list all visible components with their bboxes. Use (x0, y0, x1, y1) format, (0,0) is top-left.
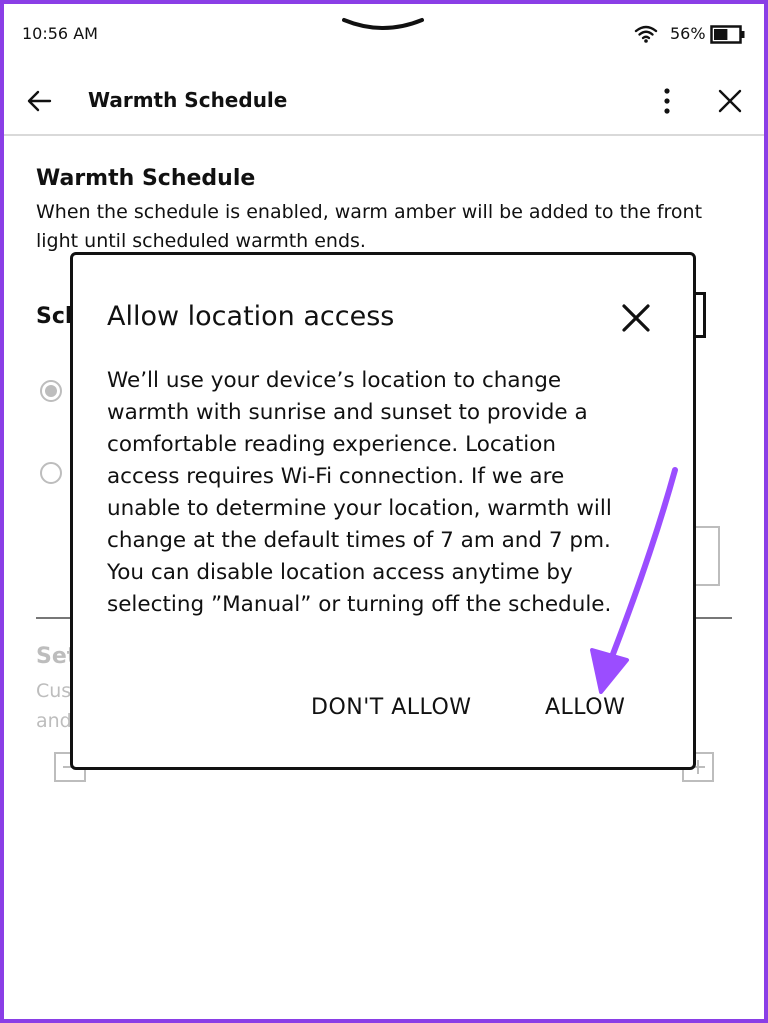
dont-allow-button[interactable]: DON'T ALLOW (311, 695, 472, 720)
dialog-body-line: access requires Wi-Fi connection. If we … (107, 464, 565, 489)
radio-automatic[interactable] (40, 380, 62, 402)
header-divider (4, 134, 764, 136)
status-time: 10:56 AM (22, 24, 98, 43)
dialog-body-line: We’ll use your device’s location to chan… (107, 368, 562, 393)
back-arrow-icon[interactable] (26, 88, 52, 118)
allow-button[interactable]: ALLOW (545, 695, 625, 720)
dialog-body: We’ll use your device’s location to chan… (107, 365, 673, 621)
close-icon[interactable] (717, 88, 743, 118)
dialog-body-line: You can disable location access anytime … (107, 560, 573, 585)
dialog-title: Allow location access (107, 301, 395, 332)
location-access-dialog: Allow location access We’ll use your dev… (70, 252, 696, 770)
dialog-body-line: unable to determine your location, warmt… (107, 496, 612, 521)
header-title: Warmth Schedule (88, 88, 288, 112)
more-options-icon[interactable] (660, 86, 674, 120)
dialog-close-icon[interactable] (621, 303, 651, 337)
radio-manual[interactable] (40, 462, 62, 484)
section-description: When the schedule is enabled, warm amber… (36, 201, 703, 252)
section-title: Warmth Schedule (36, 166, 256, 191)
battery-percent: 56% (670, 24, 706, 43)
wifi-icon (634, 24, 658, 48)
dialog-body-line: warmth with sunrise and sunset to provid… (107, 400, 588, 425)
battery-icon (710, 25, 746, 49)
dialog-body-line: change at the default times of 7 am and … (107, 528, 611, 553)
dialog-body-line: comfortable reading experience. Location (107, 432, 557, 457)
pull-down-handle-icon[interactable] (342, 14, 424, 38)
dialog-body-line: selecting ”Manual” or turning off the sc… (107, 592, 612, 617)
